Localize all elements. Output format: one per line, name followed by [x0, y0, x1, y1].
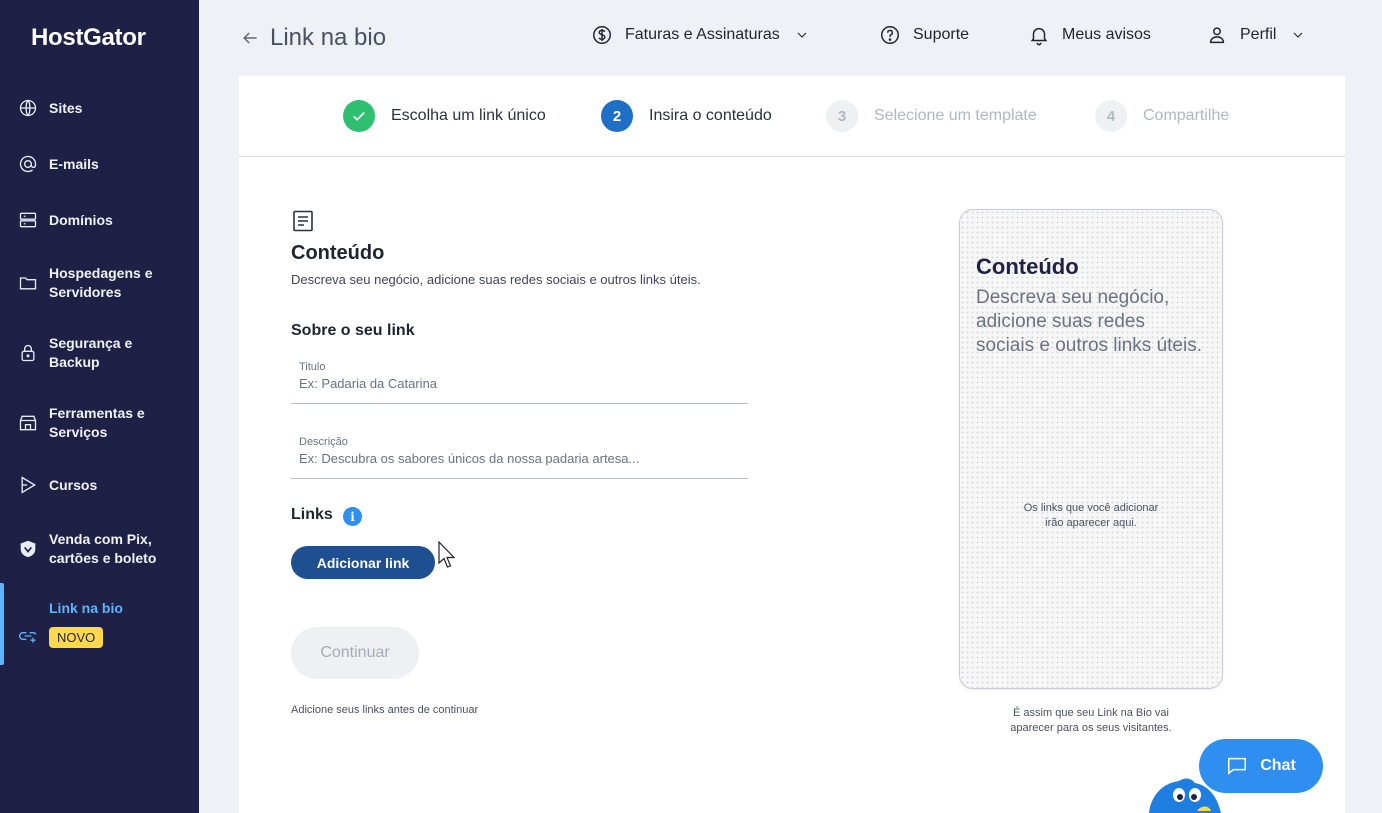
- page-title: Link na bio: [270, 24, 387, 51]
- sidebar-item-label: Hospedagens e Servidores: [49, 265, 153, 300]
- sidebar-item-hosting[interactable]: Hospedagens e Servidores: [0, 264, 199, 302]
- sidebar-item-sites[interactable]: Sites: [0, 97, 199, 119]
- folder-icon: [17, 272, 39, 294]
- step-label: Selecione um template: [874, 107, 1037, 124]
- chat-bubble-icon: [1228, 757, 1247, 775]
- section-description: Descreva seu negócio, adicione suas rede…: [291, 272, 701, 287]
- dollar-circle-icon: [593, 26, 611, 44]
- preview-links-line: irão aparecer aqui.: [1045, 517, 1137, 529]
- sidebar-item-label: Ferramentas e Serviços: [49, 405, 145, 440]
- shield-icon: [17, 538, 39, 560]
- info-icon[interactable]: i: [343, 507, 362, 526]
- help-circle-icon: [881, 26, 899, 44]
- sidebar: HostGator Sites E-mails Domínios Hospeda…: [0, 0, 199, 813]
- description-field-label: Descrição: [299, 436, 348, 448]
- step-label: Escolha um link único: [391, 107, 546, 124]
- preview-links-placeholder: Os links que você adicionar irão aparece…: [960, 501, 1222, 531]
- sidebar-item-domains[interactable]: Domínios: [0, 209, 199, 231]
- step-number: 2: [601, 100, 633, 132]
- user-icon: [1209, 27, 1225, 44]
- sidebar-item-label: Venda com Pix, cartões e boleto: [49, 531, 157, 566]
- title-field-label: Titulo: [299, 361, 326, 373]
- chevron-down-icon: [1294, 32, 1303, 38]
- preview-caption-line: aparecer para os seus visitantes.: [1010, 722, 1172, 734]
- sidebar-item-label: Segurança e Backup: [49, 335, 133, 370]
- sidebar-item-tools[interactable]: Ferramentas e Serviços: [0, 404, 199, 442]
- preview-caption: É assim que seu Link na Bio vai aparecer…: [959, 706, 1223, 736]
- step-2: 2 Insira o conteúdo: [601, 100, 772, 132]
- hostgator-logo[interactable]: HostGator: [31, 24, 146, 52]
- step-number: 4: [1095, 100, 1127, 132]
- continue-button[interactable]: Continuar: [291, 627, 419, 679]
- notices-label: Meus avisos: [1062, 26, 1151, 43]
- bell-icon: [1030, 27, 1048, 46]
- about-link-title: Sobre o seu link: [291, 322, 415, 339]
- links-title: Links: [291, 506, 333, 523]
- step-4: 4 Compartilhe: [1095, 100, 1229, 132]
- step-done-circle: [343, 100, 375, 132]
- title-field: Titulo: [291, 361, 748, 404]
- sidebar-item-label: E-mails: [49, 155, 99, 172]
- top-header: Link na bio Faturas e Assinaturas Suport…: [199, 0, 1382, 76]
- main-card: Escolha um link único 2 Insira o conteúd…: [239, 76, 1345, 813]
- sidebar-item-label: Cursos: [49, 476, 98, 493]
- arrow-left-icon: [243, 32, 257, 44]
- add-link-button[interactable]: Adicionar link: [291, 546, 435, 579]
- preview-caption-line: É assim que seu Link na Bio vai: [1013, 707, 1169, 719]
- section-title: Conteúdo: [291, 242, 385, 264]
- check-icon: [353, 112, 365, 121]
- support-link[interactable]: Suporte: [879, 24, 969, 46]
- step-1: Escolha um link único: [343, 100, 546, 132]
- profile-menu[interactable]: Perfil: [1206, 24, 1306, 46]
- description-input[interactable]: [299, 451, 739, 466]
- billing-label: Faturas e Assinaturas: [625, 26, 780, 43]
- sidebar-item-label: Sites: [49, 99, 83, 116]
- chevron-down-icon: [797, 32, 807, 38]
- store-icon: [17, 412, 39, 434]
- step-3: 3 Selecione um template: [826, 100, 1037, 132]
- continue-hint: Adicione seus links antes de continuar: [291, 704, 479, 716]
- sidebar-item-link-na-bio[interactable]: Link na bio: [0, 598, 199, 643]
- billing-menu[interactable]: Faturas e Assinaturas: [591, 24, 810, 46]
- notices-link[interactable]: Meus avisos: [1028, 24, 1151, 46]
- link-icon: [17, 625, 39, 647]
- play-icon: [17, 474, 39, 496]
- title-input[interactable]: [299, 376, 739, 391]
- globe-icon: [17, 97, 39, 119]
- preview-description: Descreva seu negócio, adicione suas rede…: [976, 287, 1202, 356]
- step-label: Insira o conteúdo: [649, 107, 772, 124]
- at-icon: [17, 153, 39, 175]
- chat-button[interactable]: Chat: [1199, 739, 1323, 793]
- document-icon: [291, 209, 315, 238]
- preview-links-line: Os links que você adicionar: [1023, 502, 1159, 514]
- back-link[interactable]: Link na bio: [240, 24, 386, 52]
- new-badge: NOVO: [49, 627, 104, 648]
- stepper: Escolha um link único 2 Insira o conteúd…: [239, 76, 1345, 157]
- lock-icon: [17, 342, 39, 364]
- phone-preview: Conteúdo Descreva seu negócio, adicione …: [959, 209, 1223, 689]
- preview-title: Conteúdo: [976, 254, 1079, 279]
- sidebar-item-emails[interactable]: E-mails: [0, 153, 199, 175]
- sidebar-item-security[interactable]: Segurança e Backup: [0, 334, 199, 372]
- sidebar-item-courses[interactable]: Cursos: [0, 474, 199, 496]
- sidebar-item-payments[interactable]: Venda com Pix, cartões e boleto: [0, 530, 199, 568]
- step-label: Compartilhe: [1143, 107, 1230, 124]
- server-icon: [17, 209, 39, 231]
- chat-label: Chat: [1260, 757, 1296, 774]
- step-number: 3: [826, 100, 858, 132]
- active-indicator: [0, 583, 4, 665]
- mouse-cursor-icon: [438, 541, 456, 568]
- sidebar-item-label: Link na bio: [49, 599, 123, 616]
- sidebar-item-label: Domínios: [49, 211, 113, 228]
- support-label: Suporte: [913, 26, 970, 43]
- description-field: Descrição: [291, 436, 748, 479]
- profile-label: Perfil: [1240, 26, 1277, 43]
